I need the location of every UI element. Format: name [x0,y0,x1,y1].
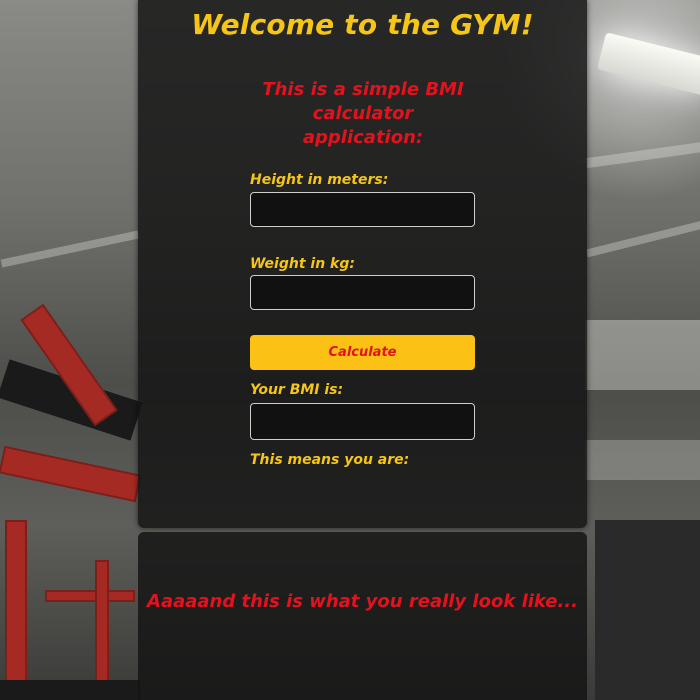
page-title: Welcome to the GYM! [191,8,534,41]
bmi-result-field [250,403,475,440]
bmi-meaning-label: This means you are: [250,452,410,468]
ceiling-beam [585,440,700,480]
ceiling-beam [0,230,140,268]
red-rack [45,590,135,602]
height-input[interactable] [250,192,475,227]
ceiling-beam [585,220,700,258]
weight-input[interactable] [250,275,475,310]
result-image-panel: Aaaaand this is what you really look lik… [138,532,587,700]
equipment-machine [595,520,700,700]
red-rack [95,560,109,700]
bmi-calculator-panel: Welcome to the GYM! This is a simple BMI… [138,0,587,528]
ceiling-beam [585,320,700,390]
calculate-button[interactable]: Calculate [250,335,475,370]
weight-label: Weight in kg: [250,256,355,272]
bmi-result-label: Your BMI is: [250,382,344,398]
ceiling-beam [584,141,700,169]
red-rack [5,520,27,700]
page-subtitle: This is a simple BMI calculator applicat… [262,79,464,148]
ceiling-lamp [597,32,700,96]
height-label: Height in meters: [250,172,389,188]
equipment-bar [0,680,140,700]
result-image-caption: Aaaaand this is what you really look lik… [147,591,578,612]
red-rack [0,445,142,503]
